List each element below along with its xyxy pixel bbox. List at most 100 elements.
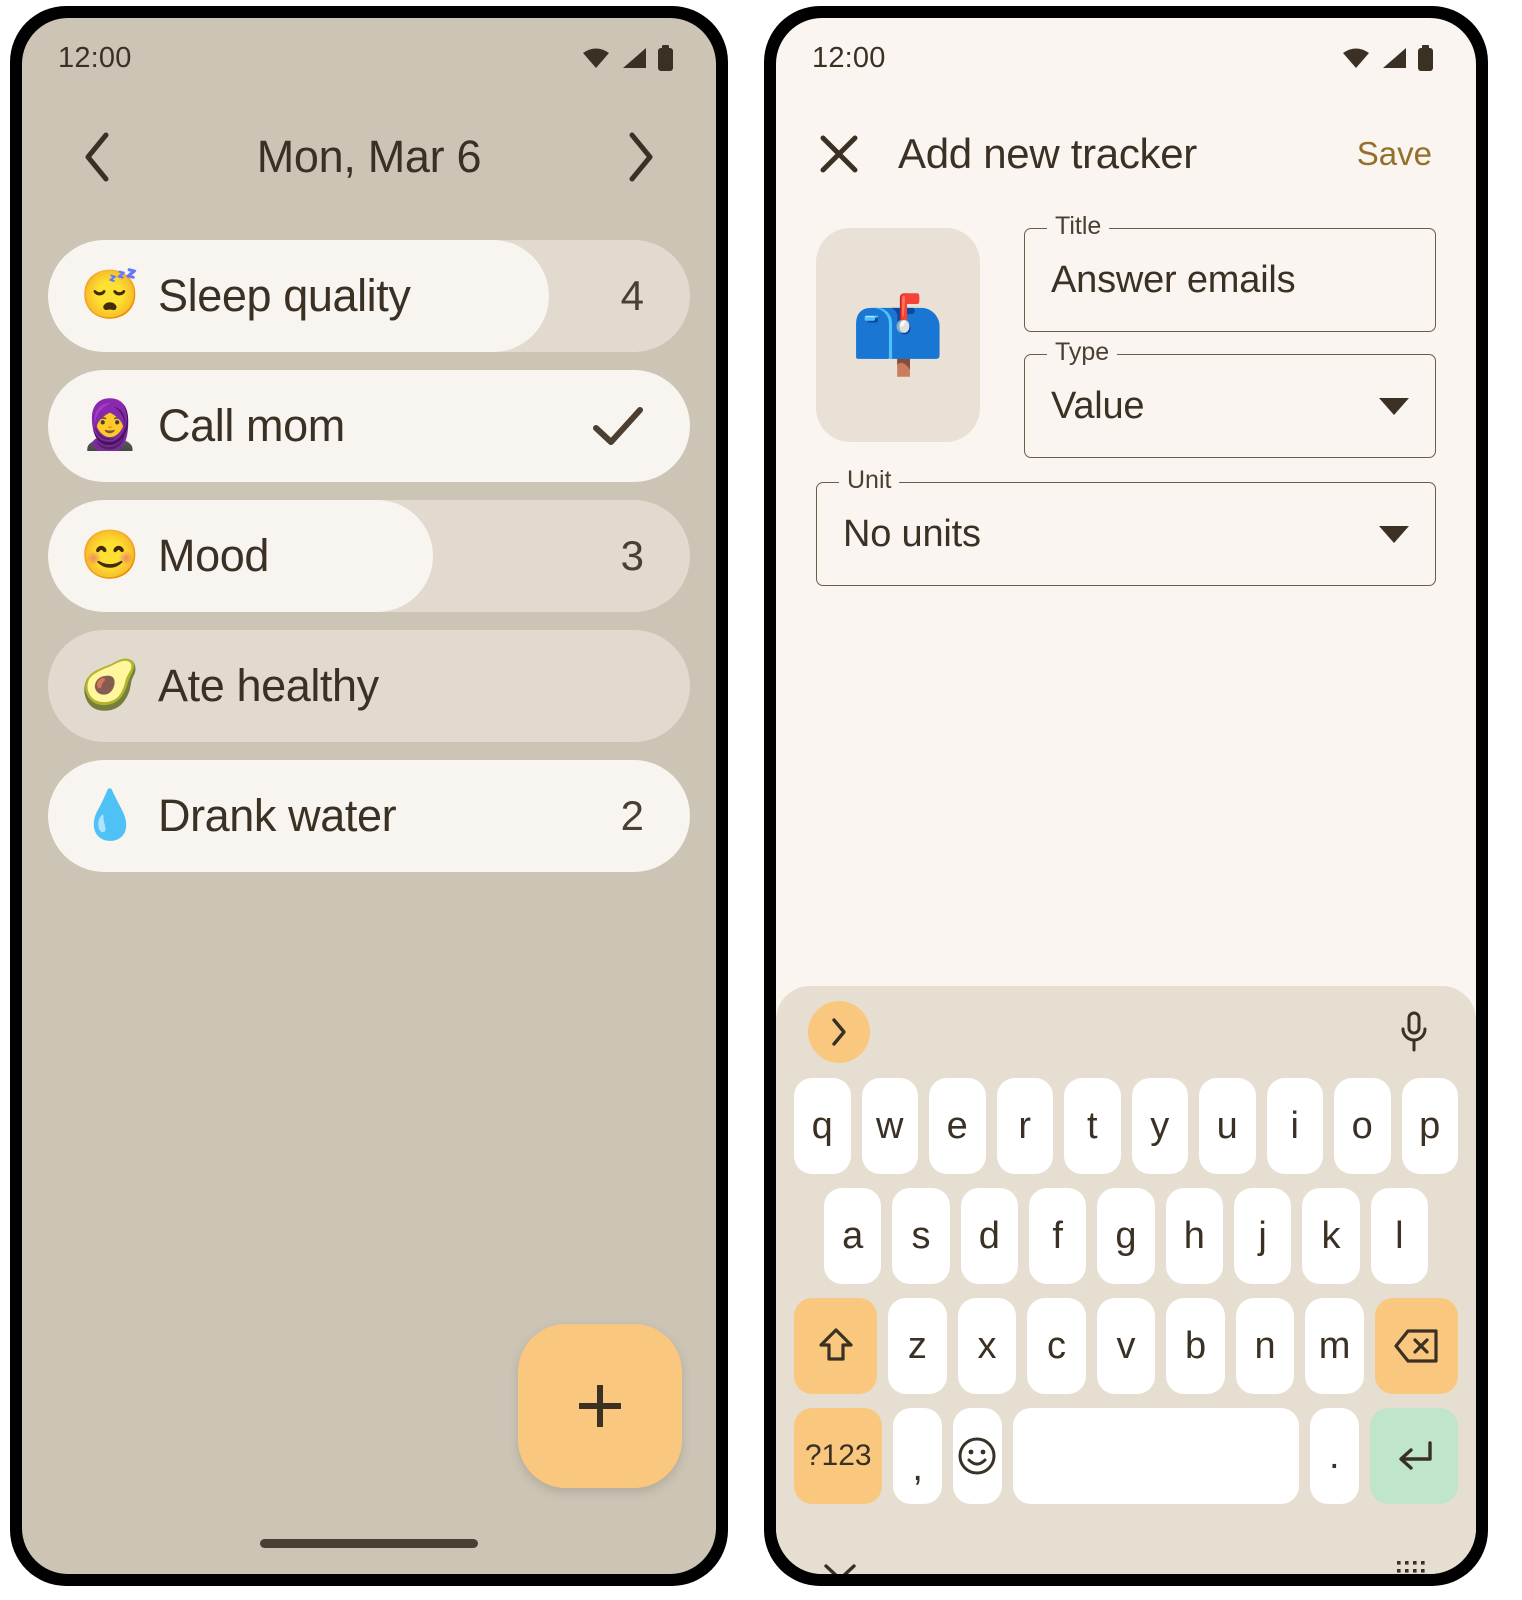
unit-field-value: No units [843, 512, 981, 555]
voice-input-button[interactable] [1386, 1004, 1442, 1060]
tracker-list: 😴 Sleep quality 4 🧕 Call mom 😊 Mood 3 🥑 … [22, 216, 716, 872]
gesture-navigation-bar [260, 1539, 478, 1548]
tracker-row[interactable]: 🥑 Ate healthy [48, 630, 690, 742]
comma-key[interactable]: , [893, 1408, 942, 1504]
key-p[interactable]: p [1401, 1078, 1458, 1174]
key-a[interactable]: a [824, 1188, 882, 1284]
previous-day-button[interactable] [70, 130, 124, 184]
signal-icon [623, 48, 646, 68]
title-field-value: Answer emails [1051, 258, 1296, 301]
enter-key[interactable] [1369, 1408, 1459, 1504]
key-d[interactable]: d [960, 1188, 1018, 1284]
title-field[interactable]: Title Answer emails [1024, 214, 1436, 332]
key-m[interactable]: m [1305, 1298, 1364, 1394]
hide-keyboard-button[interactable] [822, 1560, 858, 1574]
tracker-list-screen: 12:00 Mon, Mar 6 😴 Sleep quality 4 🧕 Cal… [22, 18, 716, 1574]
space-key[interactable] [1012, 1408, 1300, 1504]
key-j[interactable]: j [1233, 1188, 1292, 1284]
droplet-emoji: 💧 [80, 789, 140, 842]
chevron-right-icon [629, 132, 653, 182]
keyboard-row-1: q w e r t y u i o p [788, 1078, 1464, 1174]
wifi-icon [583, 48, 609, 68]
battery-icon [1418, 44, 1433, 71]
tracker-row[interactable]: 💧 Drank water 2 [48, 760, 690, 872]
expand-suggestions-button[interactable] [808, 1001, 870, 1063]
tracker-row[interactable]: 😴 Sleep quality 4 [48, 240, 690, 352]
key-b[interactable]: b [1166, 1298, 1225, 1394]
key-h[interactable]: h [1165, 1188, 1223, 1284]
save-button[interactable]: Save [1357, 135, 1432, 173]
keyboard-bottom-bar [788, 1518, 1464, 1574]
unit-field-label: Unit [839, 468, 900, 493]
tracker-label: Call mom [158, 400, 345, 451]
key-e[interactable]: e [929, 1078, 986, 1174]
tracker-value: 2 [620, 792, 644, 839]
chevron-down-icon [824, 1564, 856, 1574]
tracker-value: 3 [620, 532, 644, 579]
key-o[interactable]: o [1334, 1078, 1391, 1174]
keyboard-row-2: a s d f g h j k l [788, 1188, 1464, 1284]
tracker-label: Drank water [158, 790, 397, 841]
key-q[interactable]: q [794, 1078, 851, 1174]
close-icon [820, 135, 858, 173]
key-x[interactable]: x [957, 1298, 1017, 1394]
tracker-value: 4 [620, 272, 644, 319]
key-s[interactable]: s [892, 1188, 950, 1284]
key-u[interactable]: u [1199, 1078, 1256, 1174]
key-k[interactable]: k [1302, 1188, 1360, 1284]
tracker-row[interactable]: 🧕 Call mom [48, 370, 690, 482]
key-t[interactable]: t [1064, 1078, 1121, 1174]
woman-with-headscarf-emoji: 🧕 [80, 399, 140, 452]
key-v[interactable]: v [1096, 1298, 1156, 1394]
period-key[interactable]: . [1310, 1408, 1359, 1504]
phone-frame-left: 12:00 Mon, Mar 6 😴 Sleep quality 4 🧕 Cal… [10, 6, 728, 1586]
emoji-smiley-icon [958, 1437, 996, 1475]
keyboard-switch-icon [1397, 1561, 1425, 1573]
tracker-row[interactable]: 😊 Mood 3 [48, 500, 690, 612]
emoji-key[interactable] [953, 1408, 1002, 1504]
chevron-left-icon [85, 132, 109, 182]
key-z[interactable]: z [888, 1298, 947, 1394]
smiling-face-emoji: 😊 [80, 529, 140, 582]
title-field-label: Title [1047, 214, 1110, 239]
type-select[interactable]: Type Value [1024, 340, 1436, 458]
key-l[interactable]: l [1370, 1188, 1428, 1284]
enter-icon [1399, 1441, 1432, 1470]
switch-keyboard-button[interactable] [1394, 1558, 1430, 1574]
shift-key[interactable] [794, 1298, 878, 1394]
unit-select[interactable]: Unit No units [816, 468, 1436, 586]
checkmark-icon [592, 405, 644, 447]
signal-icon [1383, 48, 1406, 68]
key-g[interactable]: g [1097, 1188, 1155, 1284]
dual-phone-mockup: 12:00 Mon, Mar 6 😴 Sleep quality 4 🧕 Cal… [0, 0, 1522, 1600]
status-bar-right: 12:00 [776, 18, 1476, 98]
backspace-key[interactable] [1374, 1298, 1458, 1394]
numeric-switch-key[interactable]: ?123 [794, 1408, 883, 1504]
backspace-icon [1394, 1329, 1439, 1363]
type-field-value: Value [1051, 384, 1145, 427]
add-tracker-screen: 12:00 Add new tracker Save 📫 Title Answe… [776, 18, 1476, 1574]
microphone-icon [1401, 1011, 1427, 1052]
key-w[interactable]: w [861, 1078, 918, 1174]
date-navigation-header: Mon, Mar 6 [22, 98, 716, 216]
type-field-label: Type [1047, 340, 1118, 365]
key-i[interactable]: i [1266, 1078, 1323, 1174]
key-r[interactable]: r [996, 1078, 1053, 1174]
status-time: 12:00 [58, 41, 132, 74]
shift-icon [818, 1328, 853, 1361]
key-n[interactable]: n [1235, 1298, 1295, 1394]
plus-icon [579, 1385, 621, 1427]
tracker-label: Ate healthy [158, 660, 379, 711]
next-day-button[interactable] [614, 130, 668, 184]
battery-icon [658, 44, 673, 71]
close-button[interactable] [812, 127, 866, 181]
key-f[interactable]: f [1029, 1188, 1087, 1284]
emoji-picker-tile[interactable]: 📫 [816, 228, 980, 442]
mailbox-emoji: 📫 [850, 293, 946, 378]
key-c[interactable]: c [1027, 1298, 1086, 1394]
wifi-icon [1343, 48, 1369, 68]
key-y[interactable]: y [1131, 1078, 1188, 1174]
add-tracker-fab[interactable] [518, 1324, 682, 1488]
on-screen-keyboard: q w e r t y u i o p a s d f g h j k l z … [776, 986, 1476, 1574]
chevron-down-icon [1379, 397, 1409, 415]
